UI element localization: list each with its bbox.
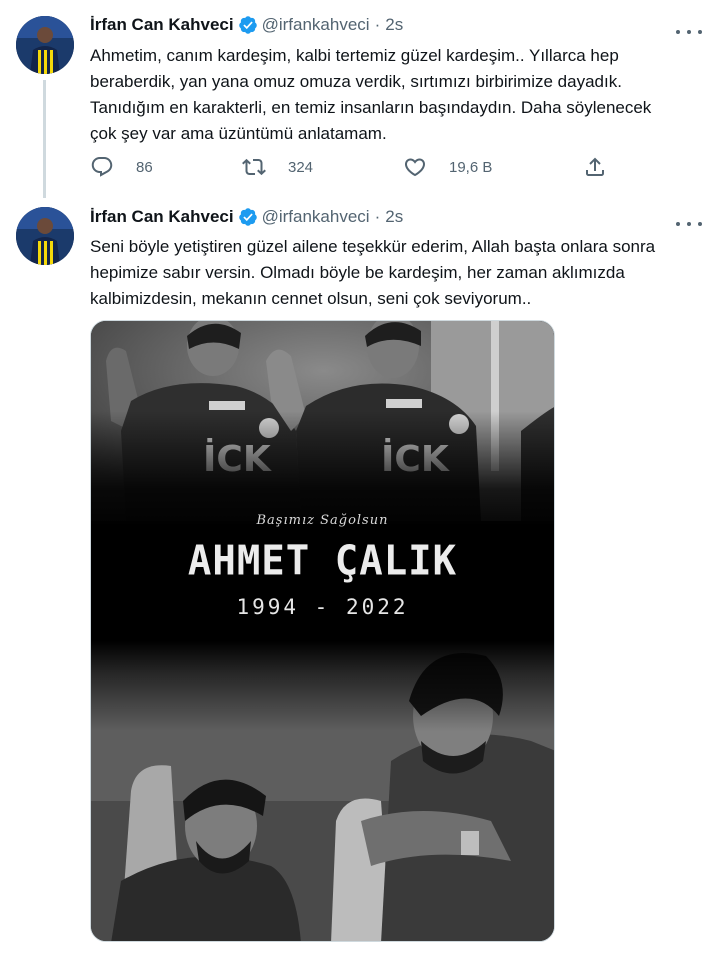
share-icon — [586, 157, 604, 176]
tweet-time[interactable]: 2s — [385, 207, 403, 227]
verified-badge-icon — [238, 208, 257, 226]
tweet-text-line: Seni böyle yetiştiren güzel ailene teşek… — [90, 237, 656, 256]
reply-button[interactable]: 86 — [90, 152, 153, 182]
tweet-text-line: hepimize sabır versin. Olmadı böyle be k… — [90, 263, 625, 282]
tweet-text-line: kalbimizdesin, mekanın cennet olsun, sen… — [90, 289, 532, 308]
tweet-image[interactable]: İCK İCK Başımız Sağolsun A — [90, 320, 555, 942]
memorial-photo: İCK İCK — [91, 321, 554, 941]
author-handle[interactable]: @irfankahveci — [262, 15, 370, 35]
like-count: 19,6 B — [449, 158, 493, 176]
tweet-time[interactable]: 2s — [385, 15, 403, 35]
verified-badge-icon — [238, 16, 257, 34]
more-icon[interactable] — [676, 214, 702, 234]
author-handle[interactable]: @irfankahveci — [262, 207, 370, 227]
tweet-text-line: beraberdik, yan yana omuz omuza verdik, … — [90, 72, 622, 91]
tweet-text: Ahmetim, canım kardeşim, kalbi tertemiz … — [90, 43, 700, 147]
avatar[interactable] — [16, 207, 74, 265]
tweet-header: İrfan Can Kahveci @irfankahveci · 2s — [90, 207, 403, 227]
separator-dot: · — [374, 207, 381, 226]
separator-dot: · — [374, 15, 381, 34]
more-icon[interactable] — [676, 22, 702, 42]
tweet-1[interactable]: İrfan Can Kahveci @irfankahveci · 2s Ahm… — [0, 0, 720, 198]
image-years: 1994 - 2022 — [236, 595, 409, 619]
retweet-icon — [242, 158, 266, 176]
avatar[interactable] — [16, 16, 74, 74]
author-name[interactable]: İrfan Can Kahveci — [90, 15, 234, 35]
like-icon — [404, 158, 426, 177]
retweet-count: 324 — [288, 158, 314, 176]
tweet-text: Seni böyle yetiştiren güzel ailene teşek… — [90, 234, 700, 312]
like-button[interactable]: 19,6 B — [403, 152, 492, 182]
image-script-text: Başımız Sağolsun — [256, 513, 389, 528]
reply-icon — [91, 157, 113, 177]
author-name[interactable]: İrfan Can Kahveci — [90, 207, 234, 227]
tweet-actions: 86 324 19,6 B — [90, 152, 610, 182]
reply-count: 86 — [136, 158, 153, 176]
tweet-text-line: Ahmetim, canım kardeşim, kalbi tertemiz … — [90, 46, 619, 65]
tweet-text-line: Tanıdığım en karakterli, en temiz insanl… — [90, 98, 652, 117]
thread-line — [43, 80, 46, 198]
tweet-header: İrfan Can Kahveci @irfankahveci · 2s — [90, 15, 403, 35]
tweet-text-line: çok şey var ama üzüntümü anlatamam. — [90, 124, 387, 143]
image-title: AHMET ÇALIK — [187, 537, 458, 586]
retweet-button[interactable]: 324 — [242, 152, 313, 182]
share-button[interactable] — [583, 152, 629, 182]
